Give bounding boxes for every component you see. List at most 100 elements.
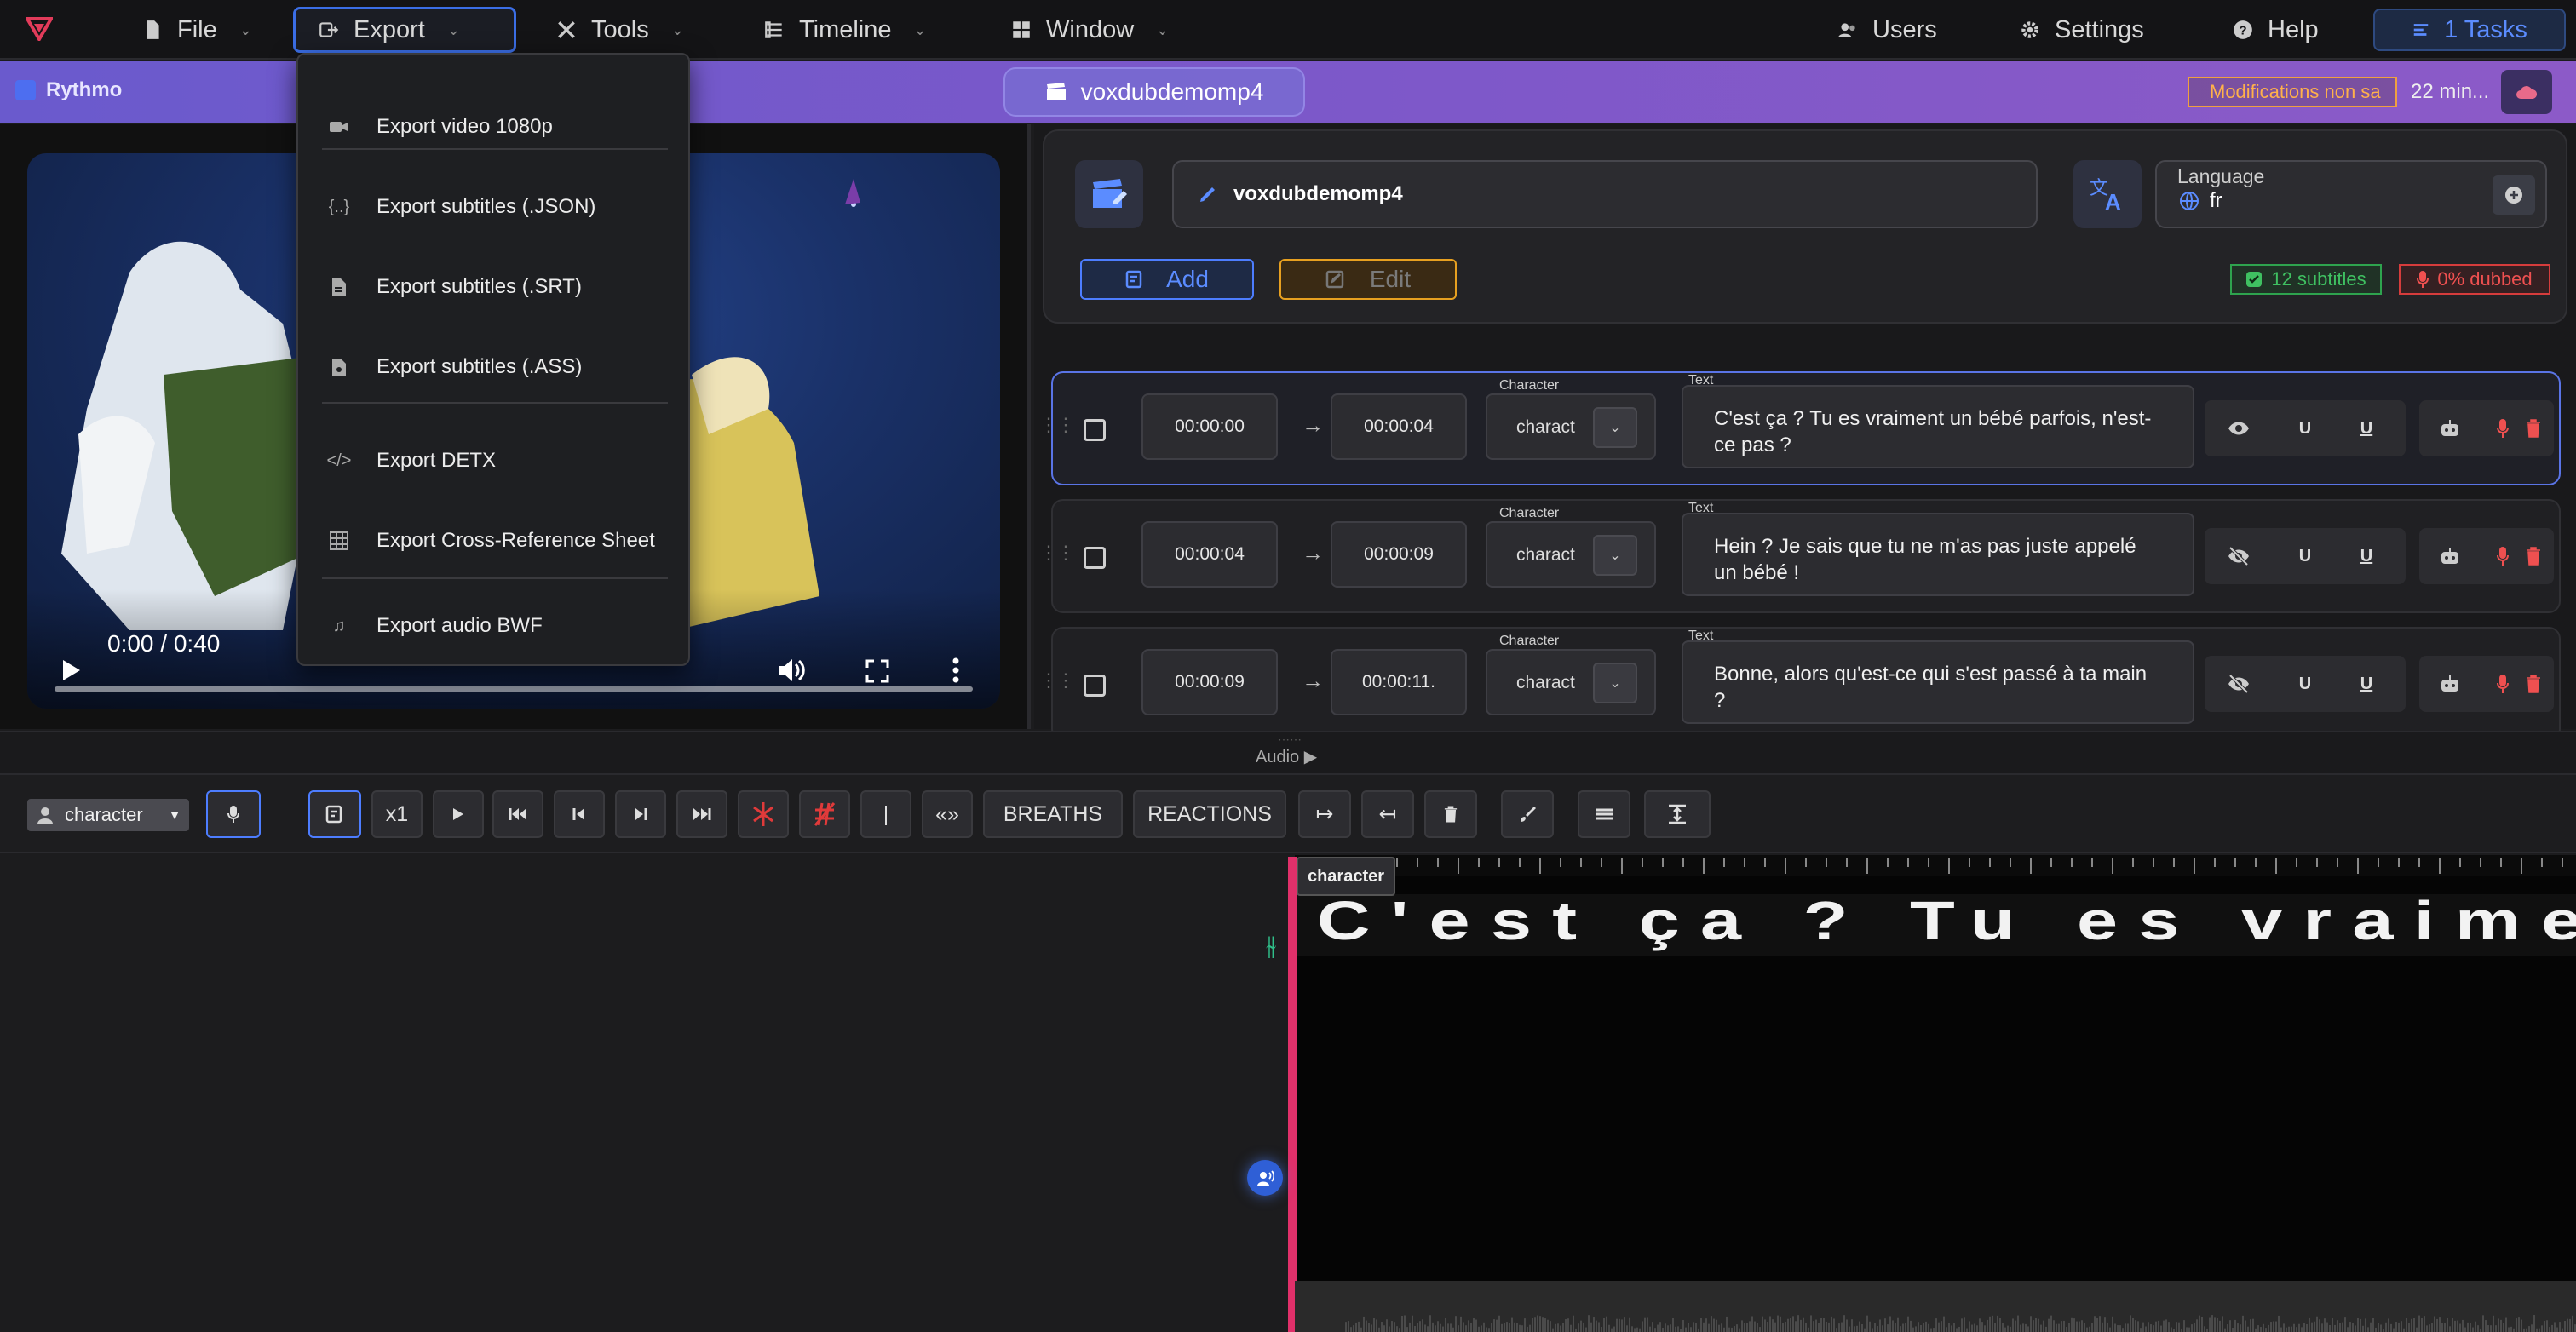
character-select[interactable]: charact ⌄: [1486, 521, 1656, 588]
translate-button[interactable]: 文A: [2073, 160, 2142, 228]
align-left-button[interactable]: ↤: [1361, 790, 1414, 838]
eye-icon[interactable]: [2211, 400, 2266, 456]
underline-button[interactable]: U: [2278, 528, 2332, 584]
align-right-button[interactable]: ↦: [1298, 790, 1351, 838]
menu-tools[interactable]: Tools ⌄: [533, 7, 706, 53]
export-ass-item[interactable]: Export subtitles (.ASS): [298, 337, 690, 397]
skip-end-button[interactable]: [676, 790, 727, 838]
time-ruler[interactable]: [1295, 855, 2576, 876]
end-time-input[interactable]: 00:00:09: [1331, 521, 1467, 588]
end-time-input[interactable]: 00:00:11.: [1331, 649, 1467, 715]
record-mic-button[interactable]: [206, 790, 261, 838]
audio-toggle[interactable]: Audio ▶: [1256, 746, 1317, 767]
skip-start-button[interactable]: [492, 790, 543, 838]
quotes-button[interactable]: «»: [922, 790, 973, 838]
export-bwf-item[interactable]: ♫ Export audio BWF: [298, 596, 690, 656]
app-logo-icon[interactable]: [26, 17, 53, 41]
row-checkbox[interactable]: [1084, 675, 1106, 697]
end-time-input[interactable]: 00:00:04: [1331, 393, 1467, 460]
trash-icon[interactable]: [2515, 656, 2552, 712]
underline-alt-button[interactable]: U: [2339, 528, 2394, 584]
menu-help[interactable]: ? Help: [2210, 7, 2341, 53]
character-filter-select[interactable]: character ▼: [27, 799, 189, 831]
panel-divider[interactable]: ⋯⋯ Audio ▶: [0, 731, 2576, 775]
play-button[interactable]: [433, 790, 484, 838]
breaths-button[interactable]: BREATHS: [983, 790, 1123, 838]
project-name-pill[interactable]: voxdubdemomp4: [1003, 67, 1305, 117]
trash-icon[interactable]: [2515, 528, 2552, 584]
robot-icon[interactable]: [2423, 528, 2477, 584]
export-srt-item[interactable]: Export subtitles (.SRT): [298, 257, 690, 317]
eye-off-icon[interactable]: [2211, 528, 2266, 584]
underline-alt-button[interactable]: U: [2339, 656, 2394, 712]
language-add-button[interactable]: [2493, 175, 2535, 215]
start-time-input[interactable]: 00:00:04: [1141, 521, 1278, 588]
menu-users[interactable]: Users: [1814, 7, 1959, 53]
subtitle-row[interactable]: ⋮⋮ 00:00:09 → 00:00:11. Character charac…: [1039, 627, 2561, 741]
delete-segment-button[interactable]: [1424, 790, 1477, 838]
fullscreen-icon[interactable]: [865, 659, 889, 683]
save-cloud-button[interactable]: [2501, 70, 2552, 114]
add-segment-button[interactable]: [308, 790, 361, 838]
cursor-button[interactable]: |: [860, 790, 911, 838]
chevron-down-icon[interactable]: ⌄: [1593, 535, 1637, 576]
audio-waveform[interactable]: [1295, 1281, 2576, 1332]
eye-off-icon[interactable]: [2211, 656, 2266, 712]
sync-marker-icon[interactable]: ⫳: [1266, 932, 1276, 961]
menu-file[interactable]: File ⌄: [119, 7, 274, 53]
menu-export[interactable]: Export ⌄: [293, 7, 516, 53]
brush-button[interactable]: [1501, 790, 1554, 838]
tasks-button[interactable]: 1 Tasks: [2373, 9, 2566, 51]
add-subtitle-button[interactable]: Add: [1080, 259, 1254, 300]
rythmo-timeline[interactable]: C'est ça ? Tu es vraimen ⫳ character: [0, 855, 2576, 1332]
menu-settings[interactable]: Settings: [1997, 7, 2166, 53]
underline-button[interactable]: U: [2278, 400, 2332, 456]
subtitle-text-input[interactable]: Hein ? Je sais que tu ne m'as pas juste …: [1682, 513, 2194, 596]
chevron-down-icon[interactable]: ⌄: [1593, 407, 1637, 448]
character-select[interactable]: charact ⌄: [1486, 393, 1656, 460]
volume-icon[interactable]: [777, 657, 806, 683]
underline-button[interactable]: U: [2278, 656, 2332, 712]
subtitle-row[interactable]: ⋮⋮ 00:00:00 → 00:00:04 Character charact…: [1039, 371, 2561, 485]
clapper-button[interactable]: [1075, 160, 1143, 228]
strike-button[interactable]: [799, 790, 850, 838]
export-crossref-item[interactable]: Export Cross-Reference Sheet: [298, 511, 690, 571]
more-options-icon[interactable]: [952, 657, 959, 683]
subtitle-row[interactable]: ⋮⋮ 00:00:04 → 00:00:09 Character charact…: [1039, 499, 2561, 613]
reactions-button[interactable]: REACTIONS: [1133, 790, 1286, 838]
trash-icon[interactable]: [2515, 400, 2552, 456]
lines-button[interactable]: [1578, 790, 1630, 838]
drag-handle-icon[interactable]: ⋮⋮: [1039, 542, 1075, 564]
drag-handle-icon[interactable]: ⋮⋮: [1039, 669, 1075, 692]
export-json-item[interactable]: {..} Export subtitles (.JSON): [298, 177, 690, 237]
subtitle-text-input[interactable]: C'est ça ? Tu es vraiment un bébé parfoi…: [1682, 385, 2194, 468]
row-checkbox[interactable]: [1084, 419, 1106, 441]
start-time-input[interactable]: 00:00:09: [1141, 649, 1278, 715]
resize-handle-icon[interactable]: ⋯⋯: [1278, 732, 1302, 747]
subtitle-text-input[interactable]: Bonne, alors qu'est-ce qui s'est passé à…: [1682, 640, 2194, 724]
chevron-down-icon[interactable]: ⌄: [1593, 663, 1637, 703]
character-select[interactable]: charact ⌄: [1486, 649, 1656, 715]
project-title-input[interactable]: voxdubdemomp4: [1172, 160, 2038, 228]
row-checkbox[interactable]: [1084, 547, 1106, 569]
export-detx-item[interactable]: </> Export DETX: [298, 431, 690, 491]
play-icon[interactable]: [61, 659, 82, 681]
language-select[interactable]: Language fr: [2155, 160, 2547, 228]
speed-button[interactable]: x1: [371, 790, 423, 838]
underline-alt-button[interactable]: U: [2339, 400, 2394, 456]
start-time-input[interactable]: 00:00:00: [1141, 393, 1278, 460]
menu-timeline[interactable]: Timeline ⌄: [741, 7, 949, 53]
next-button[interactable]: [615, 790, 666, 838]
video-progress-bar[interactable]: [55, 686, 973, 692]
drag-handle-icon[interactable]: ⋮⋮: [1039, 414, 1075, 436]
menu-users-label: Users: [1872, 15, 1937, 43]
split-button[interactable]: [738, 790, 789, 838]
robot-icon[interactable]: [2423, 400, 2477, 456]
vertical-fit-button[interactable]: [1644, 790, 1711, 838]
voice-button[interactable]: [1247, 1160, 1283, 1196]
robot-icon[interactable]: [2423, 656, 2477, 712]
prev-button[interactable]: [554, 790, 605, 838]
menu-window[interactable]: Window ⌄: [988, 7, 1191, 53]
playhead[interactable]: [1288, 857, 1297, 1332]
edit-subtitle-button[interactable]: Edit: [1279, 259, 1457, 300]
